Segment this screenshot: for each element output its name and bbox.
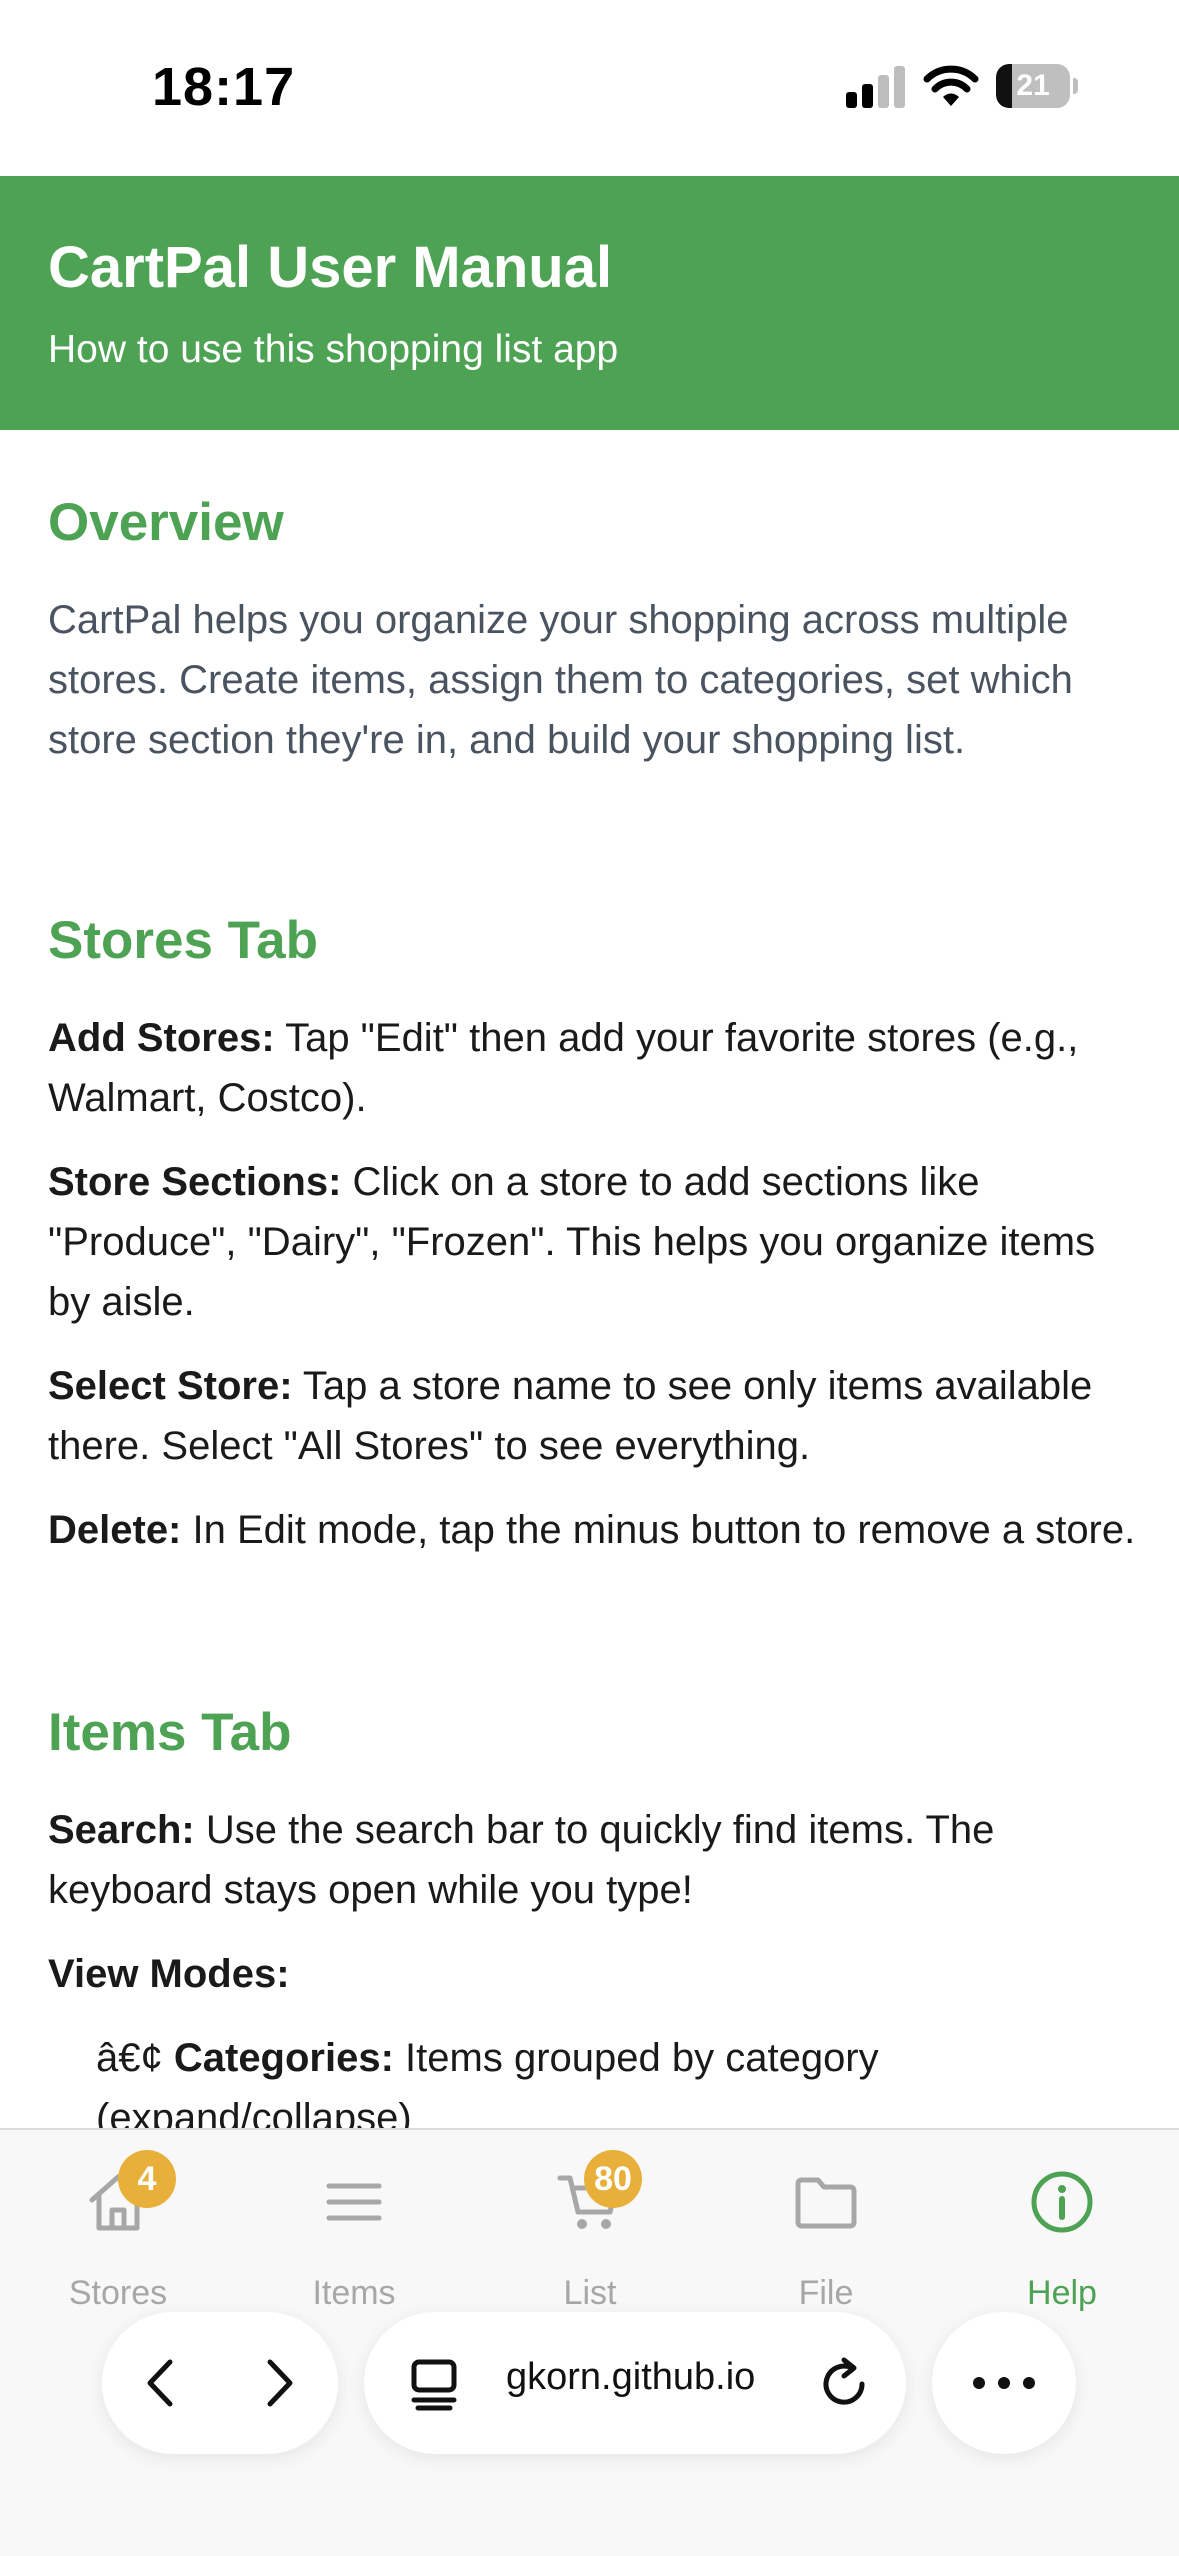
reload-icon[interactable]	[816, 2354, 872, 2412]
tabs-overview-icon[interactable]	[408, 2356, 460, 2412]
wifi-icon	[923, 65, 979, 106]
tab-label: Items	[312, 2274, 396, 2312]
manual-content[interactable]: Overview CartPal helps you organize your…	[48, 430, 1138, 2130]
app-header: CartPal User Manual How to use this shop…	[0, 176, 1179, 430]
page-title: CartPal User Manual	[48, 235, 613, 300]
tab-label: List	[563, 2274, 617, 2312]
term: Categories:	[173, 2036, 394, 2080]
list-icon	[326, 2183, 382, 2221]
battery-level: 21	[1016, 69, 1050, 102]
overview-body: CartPal helps you organize your shopping…	[48, 598, 1073, 762]
stores-item-delete: Delete: In Edit mode, tap the minus butt…	[48, 1500, 1138, 1560]
term: Store Sections:	[48, 1160, 342, 1204]
stores-item-select: Select Store: Tap a store name to see on…	[48, 1356, 1138, 1476]
view-modes-label: View Modes:	[48, 1944, 1138, 2004]
tab-stores[interactable]: 4 Stores	[0, 2150, 236, 2312]
status-bar: 18:17 21	[0, 0, 1179, 176]
tab-list[interactable]: 80 List	[472, 2150, 708, 2312]
more-dots-icon	[973, 2377, 1035, 2389]
bullet-prefix: â€¢	[96, 2036, 174, 2080]
stores-badge: 4	[118, 2150, 176, 2208]
stores-item-sections: Store Sections: Click on a store to add …	[48, 1152, 1138, 1332]
items-search: Search: Use the search bar to quickly fi…	[48, 1800, 1138, 1920]
tab-help[interactable]: Help	[944, 2150, 1179, 2312]
browser-nav-group	[102, 2312, 338, 2454]
tab-label: File	[798, 2274, 854, 2312]
description: In Edit mode, tap the minus button to re…	[181, 1508, 1136, 1552]
folder-icon	[795, 2177, 857, 2229]
cellular-signal-icon	[846, 66, 906, 108]
list-badge: 80	[584, 2150, 642, 2208]
term: Select Store:	[48, 1364, 293, 1408]
term: Delete:	[48, 1508, 182, 1552]
tab-items[interactable]: Items	[236, 2150, 472, 2312]
overview-heading: Overview	[48, 493, 284, 552]
view-mode-categories: â€¢ Categories: Items grouped by categor…	[96, 2028, 1136, 2130]
term: Search:	[48, 1808, 195, 1852]
term: View Modes:	[48, 1952, 290, 1996]
back-arrow-icon[interactable]	[138, 2356, 182, 2410]
page-subtitle: How to use this shopping list app	[48, 328, 619, 371]
tab-file[interactable]: File	[708, 2150, 944, 2312]
url-text[interactable]: gkorn.github.io	[506, 2356, 806, 2399]
tab-label: Help	[1027, 2274, 1097, 2312]
items-tab-heading: Items Tab	[48, 1703, 292, 1762]
status-time: 18:17	[152, 57, 296, 117]
info-icon	[1031, 2171, 1093, 2233]
tab-label: Stores	[68, 2274, 168, 2312]
forward-arrow-icon[interactable]	[258, 2356, 302, 2410]
stores-item-add: Add Stores: Tap "Edit" then add your fav…	[48, 1008, 1138, 1128]
address-bar[interactable]: gkorn.github.io	[364, 2312, 906, 2454]
battery-icon: 21	[996, 64, 1078, 108]
term: Add Stores:	[48, 1016, 275, 1060]
stores-tab-heading: Stores Tab	[48, 911, 318, 970]
more-menu-button[interactable]	[932, 2312, 1076, 2454]
